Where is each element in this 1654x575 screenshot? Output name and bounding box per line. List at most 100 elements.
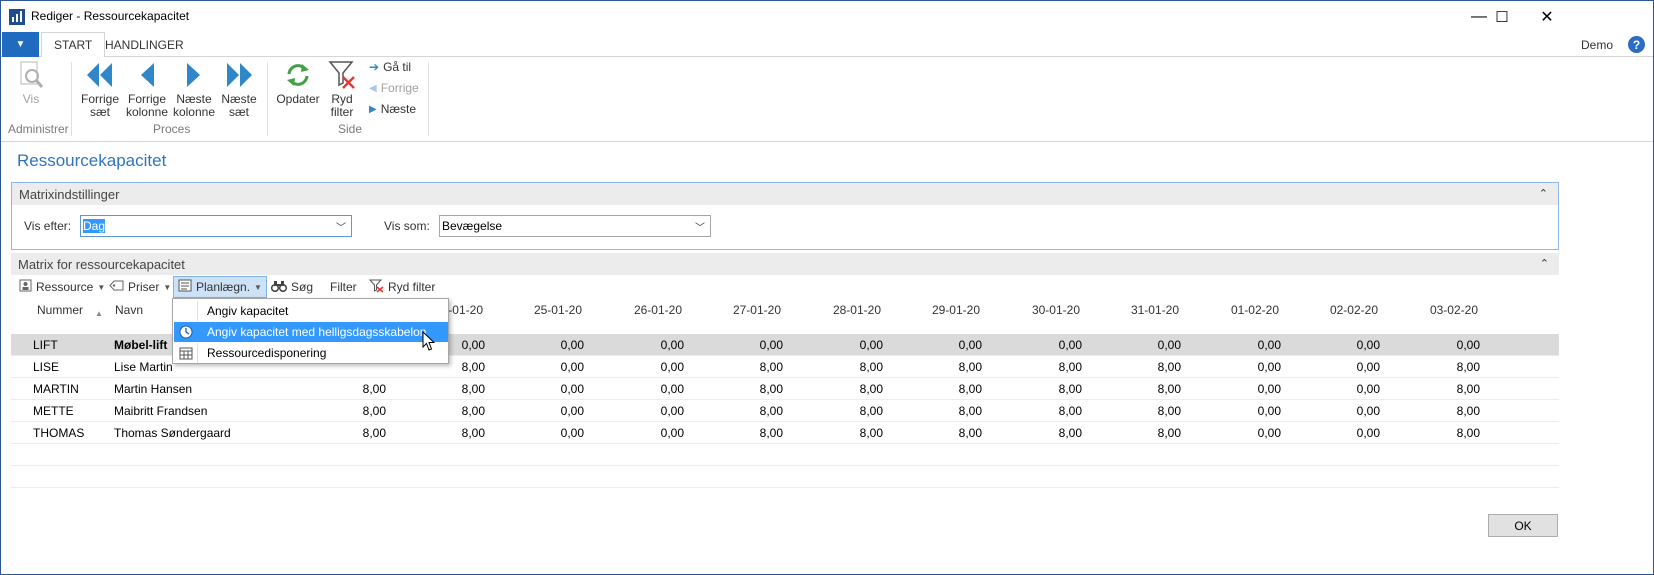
- column-header-date[interactable]: 01-02-20: [1219, 303, 1279, 317]
- cell-value[interactable]: 0,00: [524, 426, 584, 440]
- cell-value[interactable]: 0,00: [524, 338, 584, 352]
- cell-value[interactable]: 8,00: [425, 382, 485, 396]
- cell-value[interactable]: 8,00: [1121, 426, 1181, 440]
- opdater-button[interactable]: Opdater: [275, 59, 321, 106]
- table-row[interactable]: THOMAS Thomas Søndergaard 8,00 8,00 0,00…: [11, 422, 1559, 444]
- ok-button[interactable]: OK: [1488, 514, 1558, 537]
- collapse-caret-icon[interactable]: ⌃: [1539, 187, 1548, 200]
- cell-value[interactable]: 0,00: [624, 404, 684, 418]
- matrix-header[interactable]: Matrix for ressourcekapacitet ⌃: [11, 253, 1559, 275]
- ryd-filter-action[interactable]: Ryd filter: [365, 276, 439, 298]
- column-header-date[interactable]: 25-01-20: [522, 303, 582, 317]
- cell-value[interactable]: 8,00: [922, 360, 982, 374]
- cell-value[interactable]: 0,00: [922, 338, 982, 352]
- column-header-nummer[interactable]: Nummer: [37, 303, 83, 317]
- vis-som-select[interactable]: Bevægelse ﹀: [439, 215, 711, 237]
- cell-value[interactable]: 0,00: [1320, 382, 1380, 396]
- forrige-kolonne-button[interactable]: Forrige kolonne: [123, 59, 171, 119]
- cell-value[interactable]: 8,00: [823, 426, 883, 440]
- cell-value[interactable]: 0,00: [1320, 404, 1380, 418]
- cell-value[interactable]: 0,00: [1221, 360, 1281, 374]
- cell-value[interactable]: 0,00: [1320, 360, 1380, 374]
- sog-action[interactable]: Søg: [267, 276, 317, 298]
- cell-value[interactable]: 8,00: [823, 382, 883, 396]
- cell-value[interactable]: 8,00: [425, 404, 485, 418]
- cell-value[interactable]: 8,00: [1420, 426, 1480, 440]
- cell-value[interactable]: 8,00: [723, 426, 783, 440]
- column-header-date[interactable]: 02-02-20: [1318, 303, 1378, 317]
- cell-value[interactable]: 0,00: [1221, 338, 1281, 352]
- cell-value[interactable]: 0,00: [524, 360, 584, 374]
- cell-value[interactable]: 0,00: [1121, 338, 1181, 352]
- table-row[interactable]: METTE Maibritt Frandsen 8,00 8,00 0,00 0…: [11, 400, 1559, 422]
- cell-value[interactable]: 8,00: [1022, 382, 1082, 396]
- cell-value[interactable]: 8,00: [823, 360, 883, 374]
- cell-value[interactable]: 8,00: [326, 382, 386, 396]
- cell-value[interactable]: 8,00: [425, 426, 485, 440]
- filter-action[interactable]: Filter: [326, 276, 361, 298]
- help-icon[interactable]: ?: [1628, 36, 1645, 53]
- cell-value[interactable]: 0,00: [624, 360, 684, 374]
- cell-value[interactable]: 8,00: [326, 404, 386, 418]
- cell-value[interactable]: 0,00: [624, 426, 684, 440]
- cell-value[interactable]: 0,00: [1022, 338, 1082, 352]
- cell-value[interactable]: 8,00: [1022, 426, 1082, 440]
- column-header-date[interactable]: 31-01-20: [1119, 303, 1179, 317]
- cell-value[interactable]: 8,00: [326, 426, 386, 440]
- cell-value[interactable]: 0,00: [524, 404, 584, 418]
- column-header-date[interactable]: 03-02-20: [1418, 303, 1478, 317]
- cell-value[interactable]: 8,00: [823, 404, 883, 418]
- cell-value[interactable]: 8,00: [1121, 404, 1181, 418]
- menu-item-angiv-kapacitet-helligdag[interactable]: Angiv kapacitet med helligsdagsskabelon: [174, 322, 448, 342]
- cell-value[interactable]: 0,00: [1221, 382, 1281, 396]
- naeste-saet-button[interactable]: Næste sæt: [217, 59, 261, 119]
- matrix-settings-header[interactable]: Matrixindstillinger ⌃: [12, 183, 1558, 205]
- cell-value[interactable]: 0,00: [723, 338, 783, 352]
- cell-value[interactable]: 8,00: [1121, 382, 1181, 396]
- cell-value[interactable]: 0,00: [1221, 404, 1281, 418]
- priser-action[interactable]: Priser ▼: [105, 276, 175, 298]
- column-header-date[interactable]: 28-01-20: [821, 303, 881, 317]
- tab-handlinger[interactable]: HANDLINGER: [93, 32, 196, 58]
- cell-value[interactable]: 0,00: [624, 382, 684, 396]
- maximize-button[interactable]: ☐: [1479, 1, 1525, 32]
- cell-value[interactable]: 8,00: [1022, 360, 1082, 374]
- cell-value[interactable]: 0,00: [823, 338, 883, 352]
- cell-value[interactable]: 0,00: [1320, 426, 1380, 440]
- menu-item-ressourcedisponering[interactable]: Ressourcedisponering: [174, 343, 448, 363]
- file-menu-button[interactable]: ▼: [2, 32, 39, 57]
- forrige-button[interactable]: ◀ Forrige: [369, 81, 419, 95]
- cell-value[interactable]: 8,00: [1420, 382, 1480, 396]
- column-header-navn[interactable]: Navn: [115, 303, 143, 317]
- table-row[interactable]: MARTIN Martin Hansen 8,00 8,00 0,00 0,00…: [11, 378, 1559, 400]
- cell-value[interactable]: 0,00: [1420, 338, 1480, 352]
- cell-value[interactable]: 8,00: [922, 382, 982, 396]
- cell-value[interactable]: 0,00: [1320, 338, 1380, 352]
- naeste-button[interactable]: ▶ Næste: [369, 102, 416, 116]
- column-header-date[interactable]: 27-01-20: [721, 303, 781, 317]
- collapse-caret-icon[interactable]: ⌃: [1540, 257, 1549, 270]
- ryd-filter-ribbon-button[interactable]: Ryd filter: [325, 59, 359, 119]
- cell-value[interactable]: 0,00: [524, 382, 584, 396]
- cell-value[interactable]: 8,00: [922, 404, 982, 418]
- close-button[interactable]: ✕: [1524, 1, 1570, 32]
- cell-value[interactable]: 8,00: [723, 404, 783, 418]
- planlaegn-action[interactable]: Planlægn. ▼: [173, 276, 267, 298]
- cell-value[interactable]: 8,00: [1420, 360, 1480, 374]
- cell-value[interactable]: 0,00: [1221, 426, 1281, 440]
- cell-value[interactable]: 8,00: [1121, 360, 1181, 374]
- cell-value[interactable]: 8,00: [723, 382, 783, 396]
- column-header-date[interactable]: 29-01-20: [920, 303, 980, 317]
- vis-efter-select[interactable]: Dag ﹀: [80, 215, 352, 237]
- cell-value[interactable]: 8,00: [723, 360, 783, 374]
- cell-value[interactable]: 0,00: [624, 338, 684, 352]
- cell-value[interactable]: 8,00: [1420, 404, 1480, 418]
- column-header-date[interactable]: 30-01-20: [1020, 303, 1080, 317]
- ressource-action[interactable]: Ressource ▼: [15, 276, 109, 298]
- column-header-date[interactable]: 26-01-20: [622, 303, 682, 317]
- menu-item-angiv-kapacitet[interactable]: Angiv kapacitet: [174, 301, 448, 321]
- vis-button[interactable]: Vis: [15, 59, 47, 106]
- forrige-saet-button[interactable]: Forrige sæt: [77, 59, 123, 119]
- naeste-kolonne-button[interactable]: Næste kolonne: [171, 59, 217, 119]
- ga-til-button[interactable]: ➔ Gå til: [369, 60, 411, 74]
